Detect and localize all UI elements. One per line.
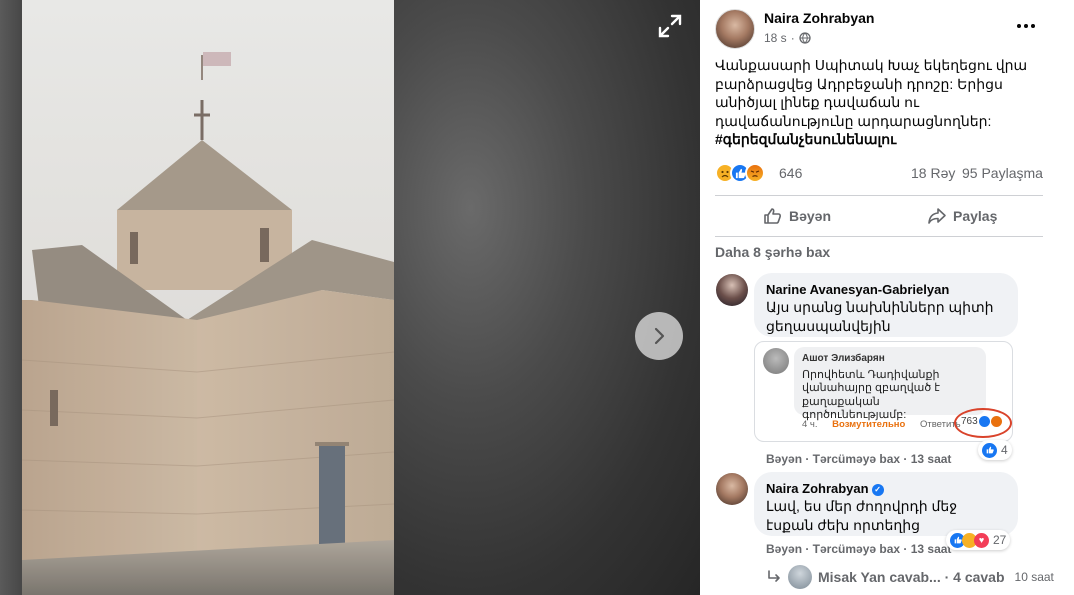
author-avatar[interactable] [715,9,755,49]
divider [715,195,1043,196]
comment-actions: Bəyən · Tərcüməyə bax · 13 saat [766,452,951,466]
next-photo-button[interactable] [635,312,683,360]
comment-count[interactable]: 18 Rəy [911,165,955,181]
share-label: Paylaş [953,208,998,224]
embed-reaction-label: Возмутительно [832,419,906,430]
embed-text: Որովհետև Դադիվանքի վանահայրը զբաղված է ք… [802,368,940,422]
view-more-comments-link[interactable]: Daha 8 şərhə bax [715,244,830,260]
share-button[interactable]: Paylaş [927,202,997,230]
church-illustration [22,0,394,595]
comment-actions: Bəyən · Tərcüməyə bax · 13 saat [766,542,951,556]
share-arrow-icon [928,208,946,224]
like-button[interactable]: Bəyən [763,202,831,230]
comment-reaction-count: 4 [1001,443,1008,457]
thumbs-up-icon [764,208,781,224]
angry-icon [745,163,765,183]
comment-reactions[interactable]: 4 [978,440,1012,460]
like-icon [982,442,997,458]
church-photo[interactable] [22,0,394,595]
verified-badge-icon: ✓ [871,483,884,496]
embed-comment-bubble: Ашот Элизбарян Որովհետև Դադիվանքի վանահա… [794,347,986,421]
post-text: Վանքասարի Սպիտակ Խաչ եկեղեցու վրա բարձրա… [715,56,1045,149]
reactions-summary: 646 18 Rəy 95 Paylaşma [715,162,1045,184]
comment-action-links[interactable]: Bəyən · Tərcüməyə bax · 13 saat [766,542,951,556]
comment-bubble: Narine Avanesyan-Gabrielyan Այս սրանց նա… [754,273,1018,337]
hashtag-link[interactable]: #գերեզմանչեսունենալու [715,131,896,147]
comment-reaction-count: 27 [993,533,1007,547]
commenter-avatar[interactable] [716,473,748,505]
comment-text: Այս սրանց նախնիններր պիտի ցեղասպանվեյին [766,299,994,334]
divider [715,236,1043,237]
post-author[interactable]: Naira Zohrabyan [764,10,874,26]
heart-icon: ♥ [974,532,989,548]
commenter-avatar[interactable] [716,274,748,306]
share-count[interactable]: 95 Paylaşma [962,165,1043,181]
reply-arrow-icon [768,570,780,582]
comment-text: Լավ, ես մեր ժողովրդի մեջ էսքան ժեխ որտեղ… [766,498,958,533]
embed-author: Ашот Элизбарян [802,353,885,364]
embed-actions: 4 ч. Возмутительно Ответить [802,419,961,430]
chevron-right-icon [654,327,665,345]
blurred-backdrop-right [394,0,700,595]
embed-avatar [763,348,789,374]
reply-avatar [788,565,812,589]
more-options-icon[interactable] [1014,14,1038,38]
post-time[interactable]: 18 s [764,31,787,45]
comment-author-name[interactable]: Naira Zohrabyan [766,481,869,496]
embed-time: 4 ч. [802,419,818,430]
comment-attachment-image[interactable]: Ашот Элизбарян Որովհետև Դադիվանքի վանահա… [754,341,1013,442]
media-viewer [0,0,700,595]
reaction-count[interactable]: 646 [779,165,802,181]
view-replies-link[interactable]: Misak Yan cavab... · 4 cavab 10 saat [766,565,1054,589]
comment-bubble: Naira Zohrabyan ✓ Լավ, ես մեր ժողովրդի մե… [754,472,1018,536]
reply-time: 10 saat [1014,570,1054,584]
expand-icon[interactable] [656,12,684,40]
blurred-backdrop-left [0,0,22,595]
reaction-icons[interactable] [715,163,765,183]
highlight-circle [954,408,1012,438]
comment-author[interactable]: Naira Zohrabyan ✓ [766,480,1006,497]
reply-summary: Misak Yan cavab... · 4 cavab [818,569,1005,585]
comment-author[interactable]: Narine Avanesyan-Gabrielyan [766,281,1006,298]
post-meta: 18 s · [764,31,811,45]
comment-action-links[interactable]: Bəyən · Tərcüməyə bax · 13 saat [766,452,951,466]
post-body: Վանքասարի Սպիտակ Խաչ եկեղեցու վրա բարձրա… [715,57,1028,129]
comment-reactions[interactable]: ♥ 27 [946,530,1011,550]
like-label: Bəyən [789,208,832,224]
globe-icon [799,32,811,44]
